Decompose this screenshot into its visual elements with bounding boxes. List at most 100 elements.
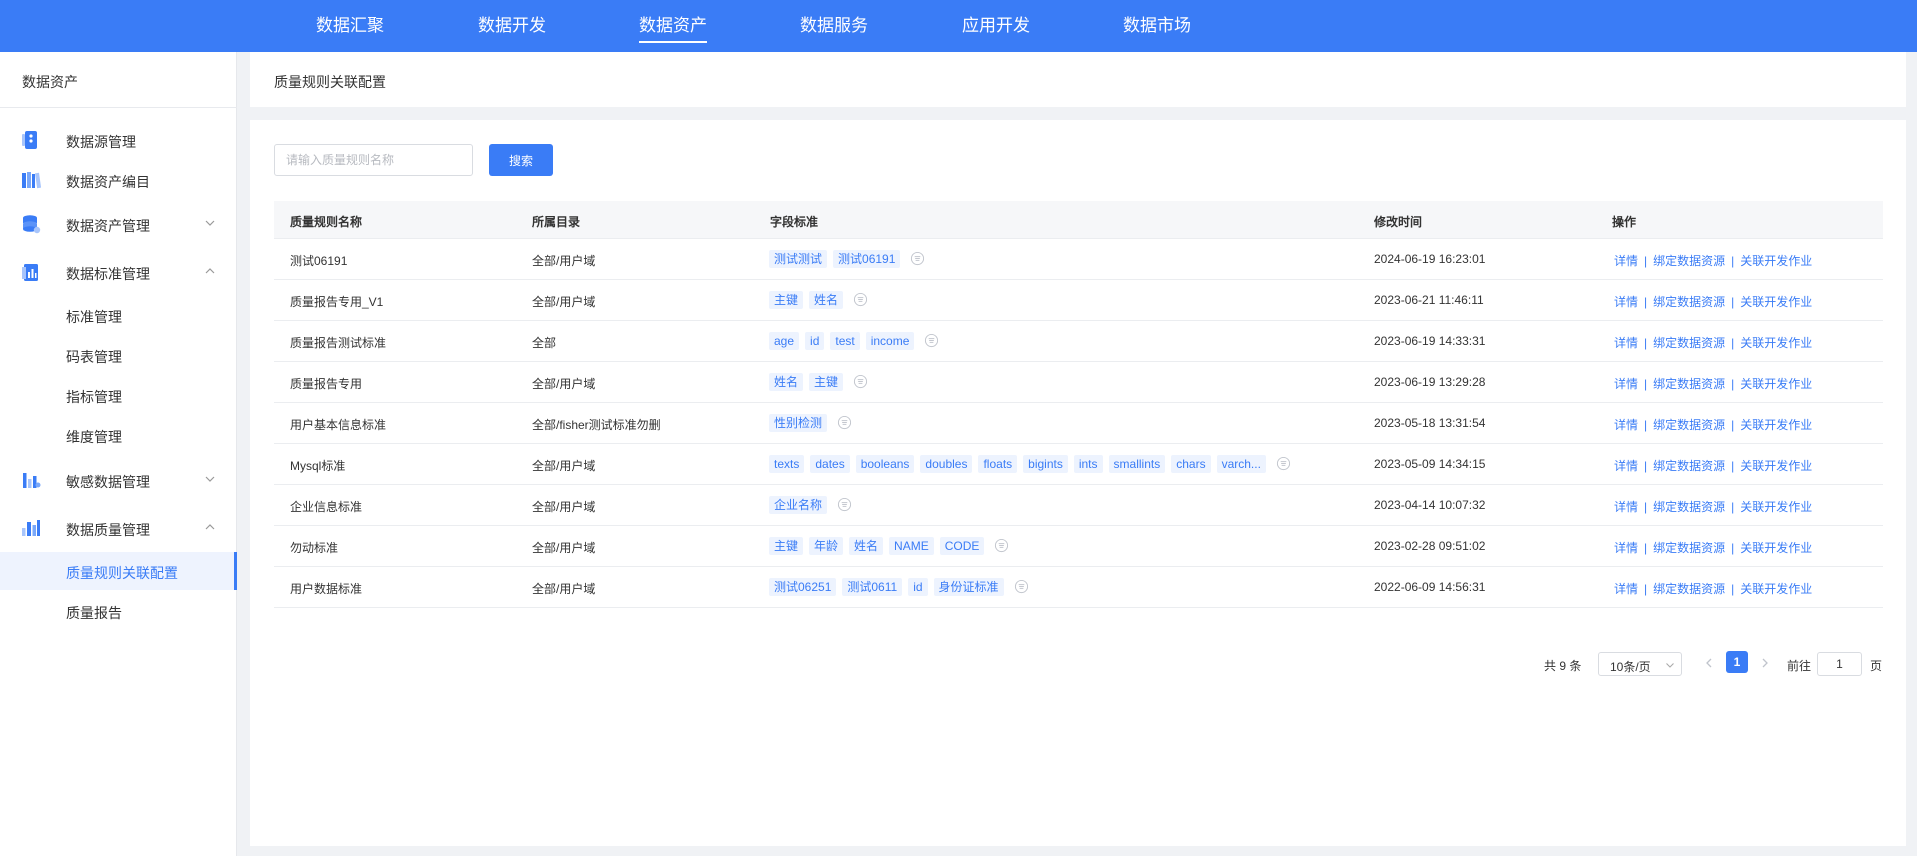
next-page-icon[interactable] xyxy=(1758,656,1772,670)
cell-rule-name: 质量报告专用 xyxy=(290,377,363,391)
sidebar-item-asset-catalog[interactable]: 数据资产编目 xyxy=(0,162,237,198)
bind-data-resource-link[interactable]: 绑定数据资源 xyxy=(1653,418,1725,432)
chevron-up-icon[interactable] xyxy=(203,264,217,278)
detail-link[interactable]: 详情 xyxy=(1614,459,1638,473)
prev-page-icon[interactable] xyxy=(1702,656,1716,670)
field-standard-tag: id xyxy=(908,578,928,596)
top-nav-item-data-collection[interactable]: 数据汇聚 xyxy=(316,0,384,52)
field-standard-tag: 姓名 xyxy=(769,373,804,391)
link-dev-job-link[interactable]: 关联开发作业 xyxy=(1740,377,1812,391)
field-standard-tag: 主键 xyxy=(809,373,844,391)
cell-catalog: 全部 xyxy=(532,336,557,350)
chevron-down-icon[interactable] xyxy=(203,472,217,486)
field-standard-tag: floats xyxy=(978,455,1018,473)
field-standard-tag: income xyxy=(865,332,915,350)
cell-catalog: 全部/fisher测试标准勿删 xyxy=(532,418,661,432)
table-row: 企业信息标准 全部/用户域 企业名称 2023-04-14 10:07:32 详情 | 绑定… xyxy=(274,485,1883,526)
sidebar-subitem-standard[interactable]: 标准管理 xyxy=(0,296,237,334)
link-dev-job-link[interactable]: 关联开发作业 xyxy=(1740,254,1812,268)
page-size-select[interactable]: 10条/页 xyxy=(1598,652,1682,676)
top-nav-item-data-services[interactable]: 数据服务 xyxy=(800,0,868,52)
action-separator: | xyxy=(1731,541,1735,555)
top-nav-item-data-assets[interactable]: 数据资产 xyxy=(639,0,707,52)
cell-field-standards: age id test income xyxy=(769,332,939,352)
link-dev-job-link[interactable]: 关联开发作业 xyxy=(1740,541,1812,555)
sidebar-subitem-code-table[interactable]: 码表管理 xyxy=(0,336,237,374)
cell-actions: 详情 | 绑定数据资源 | 关联开发作业 xyxy=(1614,334,1812,351)
cell-rule-name: 企业信息标准 xyxy=(290,500,363,514)
link-dev-job-link[interactable]: 关联开发作业 xyxy=(1740,295,1812,309)
sidebar-subitem-dimension[interactable]: 维度管理 xyxy=(0,416,237,454)
action-separator: | xyxy=(1644,377,1648,391)
cell-rule-name: 勿动标准 xyxy=(290,541,339,555)
detail-link[interactable]: 详情 xyxy=(1614,582,1638,596)
bind-data-resource-link[interactable]: 绑定数据资源 xyxy=(1653,459,1725,473)
bind-data-resource-link[interactable]: 绑定数据资源 xyxy=(1653,500,1725,514)
chevron-up-icon[interactable] xyxy=(203,520,217,534)
top-nav-item-app-development[interactable]: 应用开发 xyxy=(962,0,1030,52)
bind-data-resource-link[interactable]: 绑定数据资源 xyxy=(1653,541,1725,555)
detail-link[interactable]: 详情 xyxy=(1614,418,1638,432)
detail-link[interactable]: 详情 xyxy=(1614,541,1638,555)
cell-modified-time: 2023-06-19 13:29:28 xyxy=(1374,375,1486,389)
detail-link[interactable]: 详情 xyxy=(1614,500,1638,514)
link-dev-job-link[interactable]: 关联开发作业 xyxy=(1740,459,1812,473)
chevron-down-icon xyxy=(1666,663,1674,668)
search-button[interactable]: 搜索 xyxy=(489,144,553,176)
cell-modified-time: 2022-06-09 14:56:31 xyxy=(1374,580,1486,594)
link-dev-job-link[interactable]: 关联开发作业 xyxy=(1740,582,1812,596)
more-tags-icon[interactable] xyxy=(837,497,852,512)
sidebar-item-quality-management[interactable]: 数据质量管理 xyxy=(0,510,237,546)
quality-bars-icon xyxy=(22,520,40,536)
cell-rule-name: Mysql标准 xyxy=(290,459,346,473)
goto-page-input[interactable] xyxy=(1817,652,1862,676)
sidebar-subitem-quality-report[interactable]: 质量报告 xyxy=(0,592,237,630)
sidebar-subitem-metric[interactable]: 指标管理 xyxy=(0,376,237,414)
sidebar-item-asset-management[interactable]: 数据资产管理 xyxy=(0,206,237,242)
more-tags-icon[interactable] xyxy=(1276,456,1291,471)
field-standard-tag: bigints xyxy=(1023,455,1068,473)
link-dev-job-link[interactable]: 关联开发作业 xyxy=(1740,336,1812,350)
field-standard-tag: 企业名称 xyxy=(769,496,828,514)
more-tags-icon[interactable] xyxy=(853,292,868,307)
cell-catalog: 全部/用户域 xyxy=(532,254,596,268)
cell-catalog: 全部/用户域 xyxy=(532,459,596,473)
sidebar-item-data-source[interactable]: 数据源管理 xyxy=(0,122,237,158)
bind-data-resource-link[interactable]: 绑定数据资源 xyxy=(1653,295,1725,309)
bind-data-resource-link[interactable]: 绑定数据资源 xyxy=(1653,254,1725,268)
field-standard-tag: 测试0611 xyxy=(842,578,903,596)
detail-link[interactable]: 详情 xyxy=(1614,295,1638,309)
action-separator: | xyxy=(1731,500,1735,514)
table-row: Mysql标准 全部/用户域 texts dates booleans doubles fl… xyxy=(274,444,1883,485)
bind-data-resource-link[interactable]: 绑定数据资源 xyxy=(1653,582,1725,596)
more-tags-icon[interactable] xyxy=(837,415,852,430)
sidebar-item-sensitive-data[interactable]: 敏感数据管理 xyxy=(0,462,237,498)
detail-link[interactable]: 详情 xyxy=(1614,336,1638,350)
more-tags-icon[interactable] xyxy=(1014,579,1029,594)
sidebar-divider xyxy=(0,107,237,108)
field-standard-tag: 测试06251 xyxy=(769,578,837,596)
bind-data-resource-link[interactable]: 绑定数据资源 xyxy=(1653,377,1725,391)
page-suffix-label: 页 xyxy=(1870,659,1883,673)
detail-link[interactable]: 详情 xyxy=(1614,254,1638,268)
more-tags-icon[interactable] xyxy=(910,251,925,266)
page-number-current[interactable]: 1 xyxy=(1726,651,1748,673)
detail-link[interactable]: 详情 xyxy=(1614,377,1638,391)
chevron-down-icon[interactable] xyxy=(203,216,217,230)
more-tags-icon[interactable] xyxy=(924,333,939,348)
more-tags-icon[interactable] xyxy=(853,374,868,389)
link-dev-job-link[interactable]: 关联开发作业 xyxy=(1740,418,1812,432)
action-separator: | xyxy=(1644,336,1648,350)
sidebar-item-label: 数据资产编目 xyxy=(66,174,150,190)
bind-data-resource-link[interactable]: 绑定数据资源 xyxy=(1653,336,1725,350)
search-input[interactable] xyxy=(274,144,473,176)
sidebar-subitem-quality-rule-config[interactable]: 质量规则关联配置 xyxy=(0,552,237,590)
top-nav-item-data-market[interactable]: 数据市场 xyxy=(1123,0,1191,52)
sidebar-item-standard-management[interactable]: 数据标准管理 xyxy=(0,254,237,290)
top-nav-item-data-development[interactable]: 数据开发 xyxy=(478,0,546,52)
action-separator: | xyxy=(1644,295,1648,309)
field-standard-tag: CODE xyxy=(939,537,985,555)
more-tags-icon[interactable] xyxy=(994,538,1009,553)
sidebar-item-label: 数据标准管理 xyxy=(66,266,150,282)
link-dev-job-link[interactable]: 关联开发作业 xyxy=(1740,500,1812,514)
